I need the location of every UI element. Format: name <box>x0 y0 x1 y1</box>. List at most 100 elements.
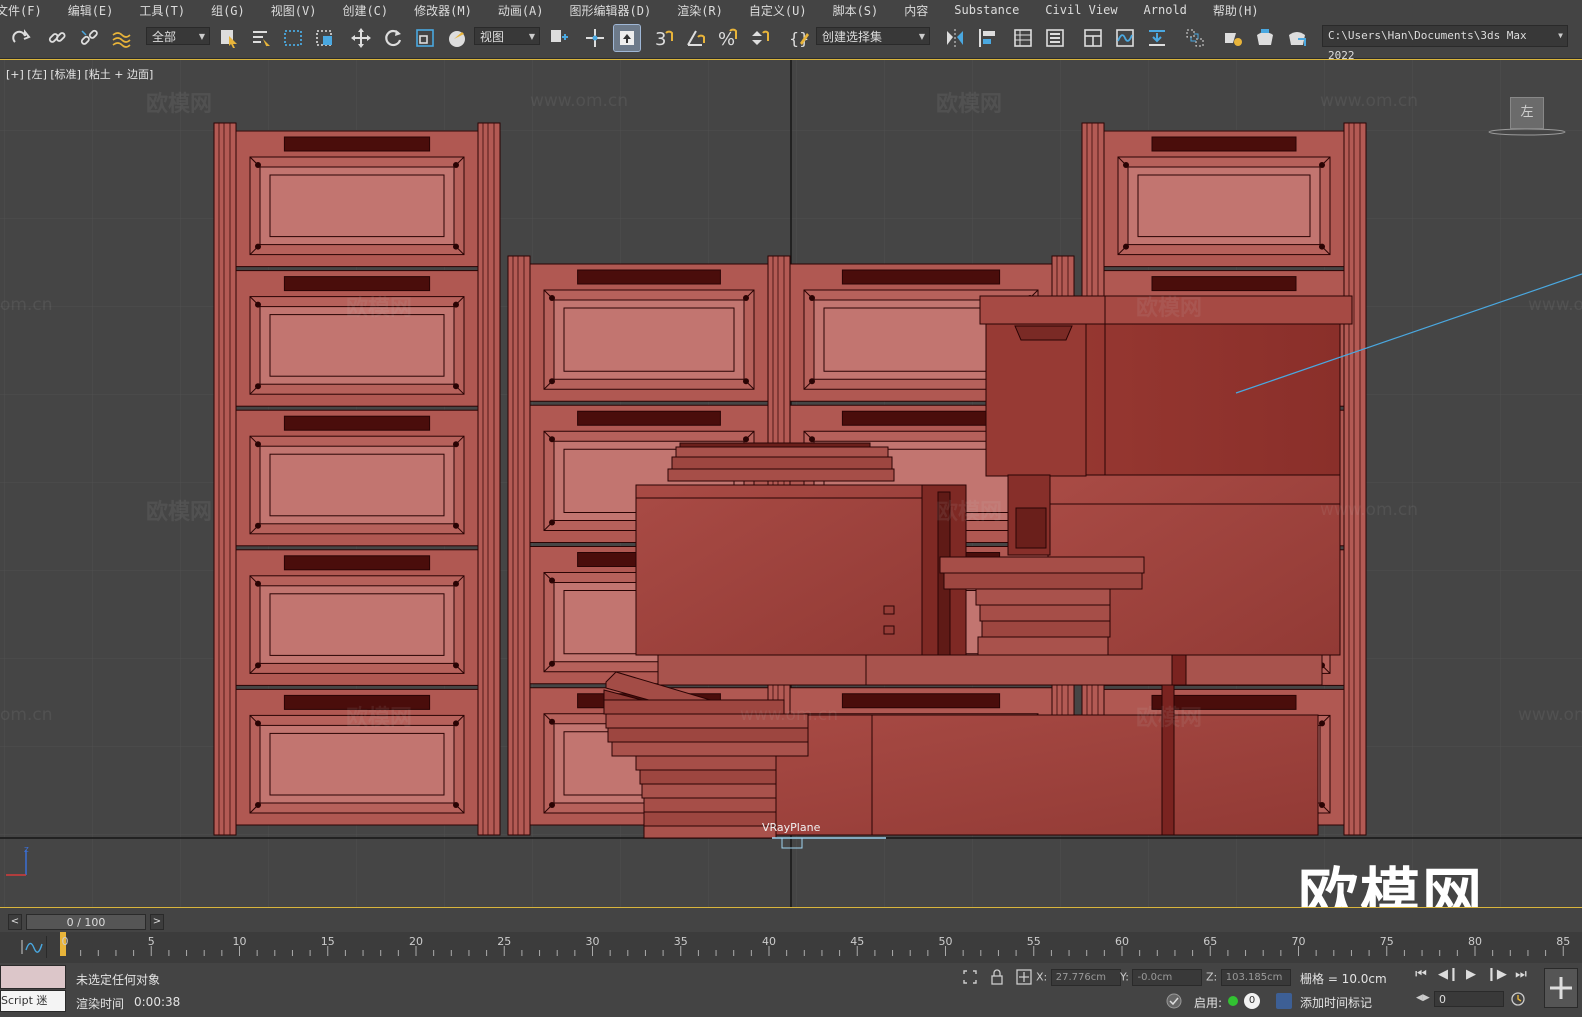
snap-3d-icon[interactable]: 3 <box>650 25 676 51</box>
menu-item[interactable]: 动画(A) <box>484 2 556 19</box>
rotate-icon[interactable] <box>380 25 406 51</box>
manipulate-icon[interactable] <box>582 25 608 51</box>
toggle-ribbon-icon[interactable] <box>1042 25 1068 51</box>
coord-z-label: Z: <box>1206 970 1218 984</box>
menu-item[interactable]: Civil View <box>1031 3 1129 17</box>
coord-z-field[interactable]: 103.185cm <box>1220 969 1291 986</box>
menu-item[interactable]: 编辑(E) <box>54 2 126 19</box>
project-path-dropdown[interactable]: C:\Users\Han\Documents\3ds Max 2022 ▼ <box>1322 25 1568 62</box>
curve-editor-icon[interactable] <box>1112 25 1138 51</box>
time-configuration-icon[interactable] <box>1510 991 1526 1007</box>
time-slider[interactable]: < 0 / 100 > <box>8 914 164 930</box>
svg-text:%: % <box>718 29 735 49</box>
angle-snap-icon[interactable] <box>682 25 708 51</box>
drawer-bolt <box>809 436 815 443</box>
schematic-view-icon[interactable] <box>1144 25 1170 51</box>
timeline-tick-label: 10 <box>232 935 247 948</box>
left-viewport[interactable]: z 欧模网 www.om.cn 欧模网 www.om.cn om.cn 欧模网 … <box>0 59 1582 908</box>
link-icon[interactable] <box>44 25 70 51</box>
viewport-label-menu[interactable]: [+] [左] [标准] [粘土 + 边面] <box>6 66 153 82</box>
watermark: www.om.cn <box>740 705 839 725</box>
pivot-center-icon[interactable] <box>546 25 572 51</box>
coord-x-field[interactable]: 27.776cm <box>1050 969 1121 986</box>
drawer-bolt <box>255 383 261 390</box>
window-crossing-icon[interactable] <box>312 25 338 51</box>
scale-icon[interactable] <box>412 25 438 51</box>
align-icon[interactable] <box>974 25 1000 51</box>
timeline-tick-label: 50 <box>938 935 953 948</box>
menu-item[interactable]: 修改器(M) <box>400 2 484 19</box>
drawer-bolt <box>453 301 459 308</box>
menu-item[interactable]: 脚本(S) <box>819 2 891 19</box>
menu-item[interactable]: 创建(C) <box>328 2 400 19</box>
next-frame-button[interactable]: > <box>150 914 164 930</box>
enable-count-badge[interactable]: 0 <box>1244 993 1260 1009</box>
place-icon[interactable] <box>444 25 470 51</box>
key-mode-toggle-icon[interactable]: ◀▶ <box>1416 993 1430 1007</box>
menu-item[interactable]: 自定义(U) <box>735 2 819 19</box>
render-setup-icon[interactable] <box>1220 25 1246 51</box>
menu-item[interactable]: 帮助(H) <box>1199 2 1271 19</box>
maxscript-input[interactable]: Script 迷 <box>0 990 66 1012</box>
scene-explorer-icon[interactable] <box>1080 25 1106 51</box>
coord-y-field[interactable]: -0.0cm <box>1132 969 1203 986</box>
move-icon[interactable] <box>348 25 374 51</box>
watermark: om.cn <box>0 295 53 315</box>
axis-z-label: z <box>24 845 29 855</box>
menu-item[interactable]: 图形编辑器(D) <box>556 2 664 19</box>
percent-snap-icon[interactable]: % <box>714 25 740 51</box>
drawer-handle-slot <box>841 269 1001 285</box>
rendered-frame-window-icon[interactable] <box>1252 25 1278 51</box>
mirror-icon[interactable] <box>942 25 968 51</box>
next-frame-icon[interactable]: ❙▶ <box>1486 967 1507 982</box>
unlink-icon[interactable] <box>76 25 102 51</box>
bind-space-warp-icon[interactable] <box>108 25 134 51</box>
menu-item[interactable]: Arnold <box>1130 3 1199 17</box>
menu-item[interactable]: 组(G) <box>197 2 257 19</box>
keyboard-shortcut-toggle-icon[interactable] <box>613 24 641 52</box>
select-object-icon[interactable] <box>216 25 242 51</box>
rectangular-region-icon[interactable] <box>280 25 306 51</box>
drawer-bolt <box>1123 162 1129 168</box>
current-frame-field[interactable]: 0 <box>1434 991 1504 1007</box>
drawer-bolt <box>255 662 261 669</box>
reference-coordinate-dropdown[interactable]: 视图 ▼ <box>474 27 540 45</box>
go-to-end-icon[interactable]: ⏭ <box>1512 967 1530 982</box>
edit-named-selection-icon[interactable]: {} <box>786 25 812 51</box>
drawer-bolt <box>453 720 459 727</box>
maxscript-output[interactable] <box>0 965 66 989</box>
menu-item[interactable]: 内容 <box>890 2 940 19</box>
nav-cube[interactable]: 左 <box>1510 97 1544 129</box>
play-icon[interactable]: ▶ <box>1462 967 1480 982</box>
menu-item[interactable]: 文件(F) <box>0 2 54 19</box>
menu-item[interactable]: 视图(V) <box>257 2 329 19</box>
drawer-handle-slot <box>841 693 1001 709</box>
prev-frame-button[interactable]: < <box>8 914 22 930</box>
add-time-tag[interactable]: 添加时间标记 <box>1300 994 1372 1011</box>
track-bar[interactable]: 0 5 10 15 20 25 30 35 40 45 50 55 60 65 70 75 80 85 <box>0 932 1582 963</box>
render-production-icon[interactable] <box>1284 25 1310 51</box>
select-by-name-icon[interactable] <box>248 25 274 51</box>
menu-item[interactable]: 渲染(R) <box>663 2 735 19</box>
named-selection-dropdown[interactable]: 创建选择集 ▼ <box>816 27 930 45</box>
frame-counter[interactable]: 0 / 100 <box>26 914 146 930</box>
material-editor-icon[interactable] <box>1182 25 1208 51</box>
selection-filter-dropdown[interactable]: 全部 ▼ <box>146 27 210 45</box>
viewport-layout-tab-icon[interactable] <box>1544 968 1578 1008</box>
maxscript-listener[interactable]: Script 迷 <box>0 963 66 1017</box>
shelf-post <box>1343 122 1367 836</box>
drawer-handle-slot <box>1151 136 1297 152</box>
adaptive-degradation-icon[interactable] <box>1166 993 1182 1009</box>
time-tag-icon[interactable] <box>1276 993 1292 1009</box>
enable-label: 启用: <box>1194 996 1223 1010</box>
isolate-selection-icon[interactable] <box>962 969 978 985</box>
spinner-snap-icon[interactable] <box>746 25 772 51</box>
go-to-start-icon[interactable]: ⏮ <box>1412 967 1430 982</box>
selection-lock-icon[interactable] <box>990 969 1004 985</box>
absolute-mode-transform-icon[interactable] <box>1016 969 1032 985</box>
menu-item[interactable]: 工具(T) <box>125 2 197 19</box>
redo-icon[interactable] <box>8 25 34 51</box>
layer-explorer-icon[interactable] <box>1010 25 1036 51</box>
menu-item[interactable]: Substance <box>940 3 1031 17</box>
previous-frame-icon[interactable]: ◀❙ <box>1438 967 1459 982</box>
